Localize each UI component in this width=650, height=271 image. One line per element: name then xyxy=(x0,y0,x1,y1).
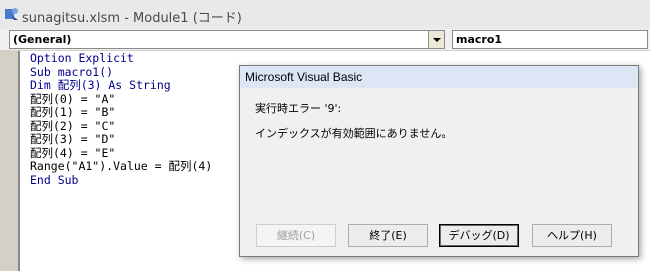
object-dropdown[interactable]: (General) xyxy=(9,30,445,49)
runtime-error-dialog: Microsoft Visual Basic 実行時エラー '9': インデック… xyxy=(239,65,639,257)
code-line[interactable]: 配列(2) = "C" xyxy=(30,119,212,134)
code-line[interactable]: 配列(3) = "D" xyxy=(30,132,212,147)
debug-button[interactable]: デバッグ(D) xyxy=(439,224,519,247)
code-line[interactable]: Option Explicit xyxy=(30,51,212,66)
code-line[interactable]: 配列(4) = "E" xyxy=(30,146,212,161)
margin-indicator-bar[interactable] xyxy=(0,51,20,271)
window-titlebar: sunagitsu.xlsm - Module1 (コード) xyxy=(0,0,650,29)
code-line[interactable]: Sub macro1() xyxy=(30,65,212,80)
error-message-text: インデックスが有効範囲にありません。 xyxy=(255,127,453,140)
code-line[interactable]: Dim 配列(3) As String xyxy=(30,78,212,93)
window-title: sunagitsu.xlsm - Module1 (コード) xyxy=(22,11,242,26)
end-button[interactable]: 終了(E) xyxy=(348,224,428,247)
continue-button: 継続(C) xyxy=(256,224,336,247)
code-line[interactable]: 配列(0) = "A" xyxy=(30,92,212,107)
dialog-body: 実行時エラー '9': インデックスが有効範囲にありません。 継続(C) 終了(… xyxy=(240,88,638,256)
module-selector-bar: (General) macro1 xyxy=(0,29,650,50)
chevron-down-icon[interactable] xyxy=(428,31,444,48)
procedure-dropdown[interactable]: macro1 xyxy=(452,30,648,49)
code-line[interactable]: 配列(1) = "B" xyxy=(30,105,212,120)
code-line[interactable]: Range("A1").Value = 配列(4) xyxy=(30,159,212,174)
code-line[interactable]: End Sub xyxy=(30,173,212,188)
dialog-titlebar[interactable]: Microsoft Visual Basic xyxy=(240,66,638,88)
procedure-dropdown-value: macro1 xyxy=(456,33,503,46)
object-dropdown-value: (General) xyxy=(13,33,72,46)
error-number-text: 実行時エラー '9': xyxy=(255,102,342,115)
help-button[interactable]: ヘルプ(H) xyxy=(532,224,612,247)
code-text[interactable]: Option Explicit Sub macro1() Dim 配列(3) A… xyxy=(30,51,212,188)
dialog-title: Microsoft Visual Basic xyxy=(245,70,363,84)
vba-project-icon xyxy=(5,8,18,20)
